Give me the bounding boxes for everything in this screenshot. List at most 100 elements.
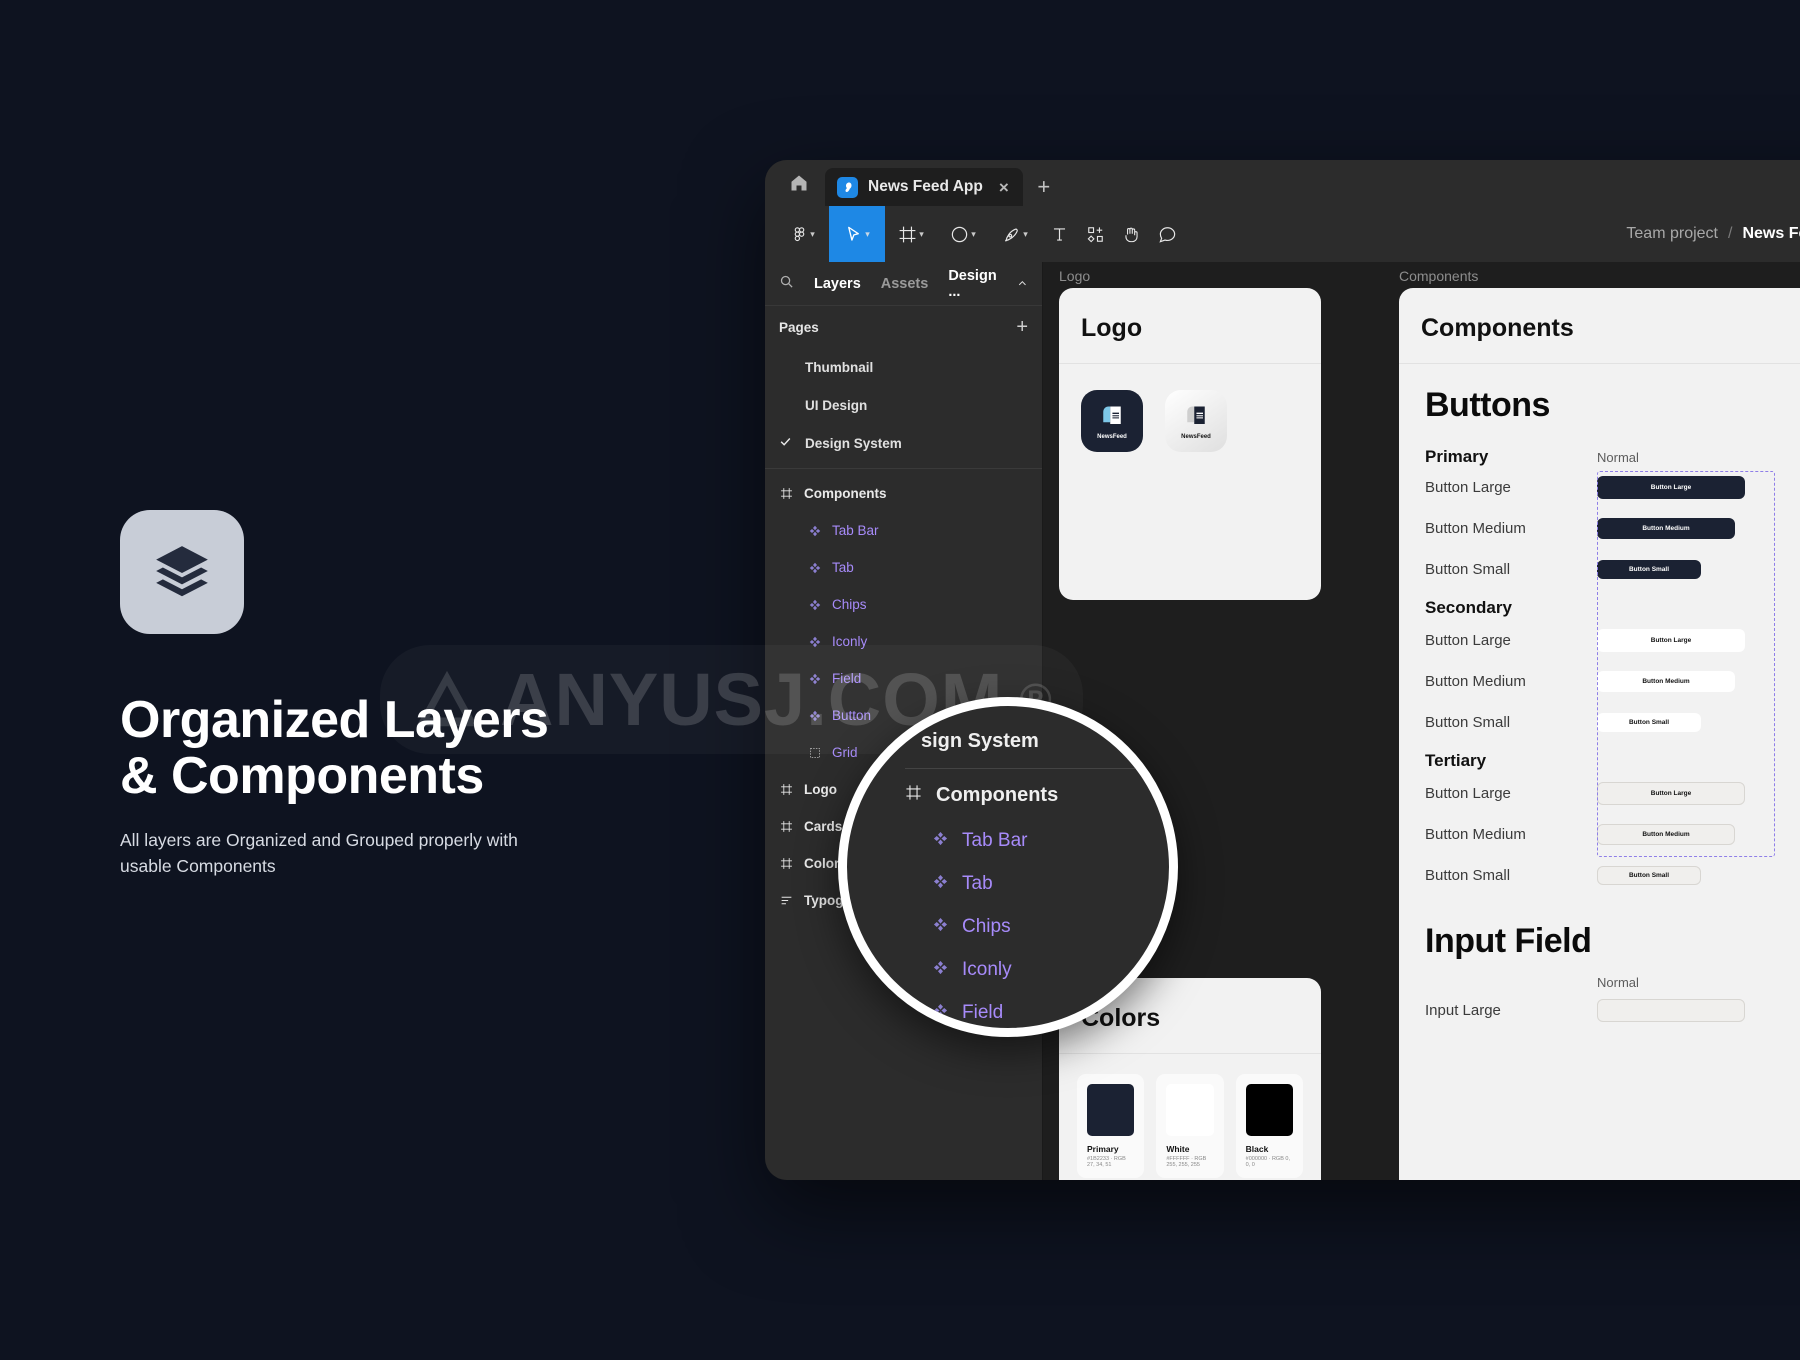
component-tool-icon[interactable]: [1077, 206, 1113, 262]
chevron-down-icon: ▾: [1023, 228, 1028, 239]
primary-button-medium[interactable]: Button Medium: [1597, 518, 1735, 539]
pen-tool-icon[interactable]: ▾: [989, 206, 1041, 262]
layer-row-chips[interactable]: Chips: [765, 586, 1042, 623]
chevron-down-icon: ▾: [810, 228, 815, 239]
secondary-button-small[interactable]: Button Small: [1597, 713, 1701, 732]
search-icon[interactable]: [779, 274, 794, 294]
magnified-layer-label: Tab: [962, 873, 993, 894]
tertiary-button-medium[interactable]: Button Medium: [1597, 824, 1735, 845]
close-icon[interactable]: ×: [999, 179, 1009, 196]
text-tool-icon[interactable]: [1041, 206, 1077, 262]
secondary-button-medium[interactable]: Button Medium: [1597, 671, 1735, 692]
button-row: Button Small Button Small: [1425, 549, 1800, 590]
magnified-layer-chips[interactable]: Chips: [933, 916, 1027, 938]
group-name-tertiary: Tertiary: [1425, 751, 1487, 770]
tab-layers[interactable]: Layers: [814, 276, 861, 292]
frame-icon: [779, 857, 794, 870]
breadcrumb-file[interactable]: News Feed App: [1742, 225, 1800, 243]
button-row: Button Large Button Large: [1425, 620, 1800, 661]
logo-tile-dark[interactable]: NewsFeed: [1081, 390, 1143, 452]
browser-tab-news-feed-app[interactable]: News Feed App ×: [825, 168, 1023, 206]
breadcrumb-team[interactable]: Team project: [1626, 225, 1718, 243]
layer-row-tab-bar[interactable]: Tab Bar: [765, 512, 1042, 549]
color-swatch-grid: Primary #1B2233 · RGB 27, 34, 51 White #…: [1059, 1054, 1321, 1180]
shape-tool-icon[interactable]: ▾: [937, 206, 989, 262]
layer-label: Field: [832, 671, 862, 686]
component-icon: [933, 830, 948, 852]
swatch-hex: #1B2233 · RGB 27, 34, 51: [1087, 1156, 1126, 1168]
move-tool-icon[interactable]: ▾: [829, 206, 885, 262]
input-large-field[interactable]: [1597, 999, 1745, 1022]
input-field-header: Normal: [1425, 975, 1800, 990]
new-tab-button[interactable]: +: [1023, 168, 1065, 206]
swatch-hex: #000000 · RGB 0, 0, 0: [1245, 1156, 1290, 1168]
breadcrumb: Team project / News Feed App: [1626, 206, 1800, 262]
button-row: Button Small Button Small: [1425, 855, 1800, 896]
magnified-layer-label: Components: [936, 784, 1059, 806]
swatch-card[interactable]: Primary #1B2233 · RGB 27, 34, 51: [1077, 1074, 1145, 1178]
swatch-chip: [1245, 1084, 1293, 1136]
magnifier-content: sign System Components Tab Bar Tab Chips…: [847, 706, 1169, 1028]
magnified-layer-tab[interactable]: Tab: [933, 873, 1027, 895]
tertiary-button-small[interactable]: Button Small: [1597, 866, 1701, 885]
group-icon: [807, 747, 822, 759]
layer-row-components[interactable]: Components: [765, 475, 1042, 512]
layer-label: Iconly: [832, 634, 868, 649]
comment-tool-icon[interactable]: [1149, 206, 1185, 262]
primary-button-large[interactable]: Button Large: [1597, 476, 1745, 499]
component-icon: [807, 636, 822, 648]
component-icon: [807, 673, 822, 685]
swatch-name: Black: [1245, 1144, 1269, 1154]
swatch-card[interactable]: White #FFFFFF · RGB 255, 255, 255: [1156, 1074, 1224, 1178]
button-row-label: Button Small: [1425, 867, 1511, 884]
frame-tool-icon[interactable]: ▾: [885, 206, 937, 262]
button-row-label: Button Large: [1425, 632, 1511, 649]
buttons-title: Buttons: [1425, 386, 1550, 424]
tab-assets[interactable]: Assets: [881, 276, 929, 292]
button-row-label: Button Medium: [1425, 826, 1526, 843]
hand-tool-icon[interactable]: [1113, 206, 1149, 262]
page-item-ui-design[interactable]: UI Design: [765, 386, 1042, 424]
tertiary-button-large[interactable]: Button Large: [1597, 782, 1745, 805]
button-row: Button Medium Button Medium: [1425, 661, 1800, 702]
frame-icon: [779, 820, 794, 833]
layer-row-field[interactable]: Field: [765, 660, 1042, 697]
frame-logo[interactable]: Logo NewsFeed NewsFeed: [1059, 288, 1321, 600]
components-body: Buttons Primary Normal Button Large Butt…: [1399, 364, 1800, 1041]
frame-icon: [779, 487, 794, 500]
home-icon[interactable]: [773, 160, 825, 206]
magnified-layer-label: Tab Bar: [962, 830, 1028, 851]
group-name-primary: Primary: [1425, 447, 1489, 466]
pages-header: Pages +: [765, 306, 1042, 348]
chevron-down-icon: ▾: [919, 228, 924, 239]
secondary-button-large[interactable]: Button Large: [1597, 629, 1745, 652]
button-row: Button Large Button Large: [1425, 467, 1800, 508]
button-row: Button Medium Button Medium: [1425, 814, 1800, 855]
magnified-layer-iconly[interactable]: Iconly: [933, 959, 1027, 981]
swatch-card[interactable]: Black #000000 · RGB 0, 0, 0: [1235, 1074, 1303, 1178]
screenshot-root: Organized Layers & Components All layers…: [0, 0, 1800, 1360]
button-row-label: Button Medium: [1425, 520, 1526, 537]
layer-label: Components: [804, 486, 887, 501]
component-icon: [807, 599, 822, 611]
tab-design[interactable]: Design ...: [948, 268, 1028, 300]
magnified-layer-field[interactable]: Field: [933, 1002, 1027, 1024]
magnified-layer-tab-bar[interactable]: Tab Bar: [933, 830, 1027, 852]
layer-label: Logo: [804, 782, 837, 797]
page-item-design-system[interactable]: Design System: [765, 424, 1042, 462]
frame-logo-header: Logo: [1059, 288, 1321, 364]
magnified-page-design-system: sign System: [921, 730, 1039, 752]
page-item-thumbnail[interactable]: Thumbnail: [765, 348, 1042, 386]
component-icon: [807, 562, 822, 574]
primary-button-small[interactable]: Button Small: [1597, 560, 1701, 579]
frame-components[interactable]: Components Buttons Primary Normal Button…: [1399, 288, 1800, 1180]
layer-row-iconly[interactable]: Iconly: [765, 623, 1042, 660]
frame-label-components[interactable]: Components: [1399, 268, 1478, 284]
magnified-layer-components[interactable]: Components: [905, 784, 1058, 807]
logo-tile-light[interactable]: NewsFeed: [1165, 390, 1227, 452]
add-page-button[interactable]: +: [1016, 317, 1028, 337]
layer-row-tab[interactable]: Tab: [765, 549, 1042, 586]
browser-tab-title: News Feed App: [868, 178, 983, 195]
figma-menu-icon[interactable]: ▾: [777, 206, 829, 262]
frame-label-logo[interactable]: Logo: [1059, 268, 1090, 284]
